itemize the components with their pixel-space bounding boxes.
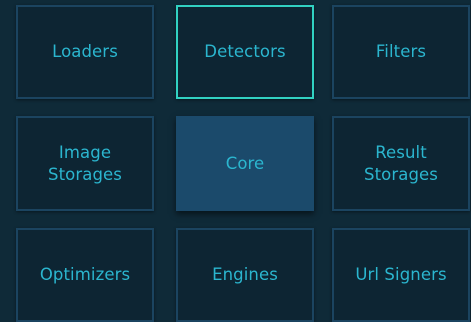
tile-detectors-label: Detectors bbox=[204, 42, 286, 61]
tile-loaders-label: Loaders bbox=[52, 42, 118, 61]
tile-optimizers-label: Optimizers bbox=[39, 265, 131, 284]
tile-core-label: Core bbox=[225, 153, 265, 173]
tile-image-storages[interactable]: Image Storages bbox=[16, 116, 154, 211]
tile-image-storages-label-line-2: Storages bbox=[48, 164, 122, 184]
tile-url-signers[interactable]: Url Signers bbox=[332, 228, 470, 322]
tile-result-storages-label: Result Storages bbox=[364, 142, 438, 186]
tile-image-storages-label: Image Storages bbox=[48, 142, 122, 186]
tile-url-signers-label: Url Signers bbox=[355, 265, 447, 284]
tile-core[interactable]: Core bbox=[176, 116, 314, 211]
tile-filters[interactable]: Filters bbox=[332, 5, 470, 99]
tile-result-storages-label-line-2: Storages bbox=[364, 164, 438, 184]
tile-loaders[interactable]: Loaders bbox=[16, 5, 154, 99]
tile-result-storages[interactable]: Result Storages bbox=[332, 116, 470, 211]
tile-filters-label: Filters bbox=[375, 42, 427, 61]
tile-result-storages-label-line-1: Result bbox=[375, 142, 427, 162]
tile-optimizers[interactable]: Optimizers bbox=[16, 228, 154, 322]
tile-detectors[interactable]: Detectors bbox=[176, 5, 314, 99]
component-grid: Loaders Detectors Filters Image Storages… bbox=[0, 0, 471, 322]
tile-engines-label: Engines bbox=[212, 265, 278, 284]
tile-engines[interactable]: Engines bbox=[176, 228, 314, 322]
tile-image-storages-label-line-1: Image bbox=[58, 142, 112, 162]
